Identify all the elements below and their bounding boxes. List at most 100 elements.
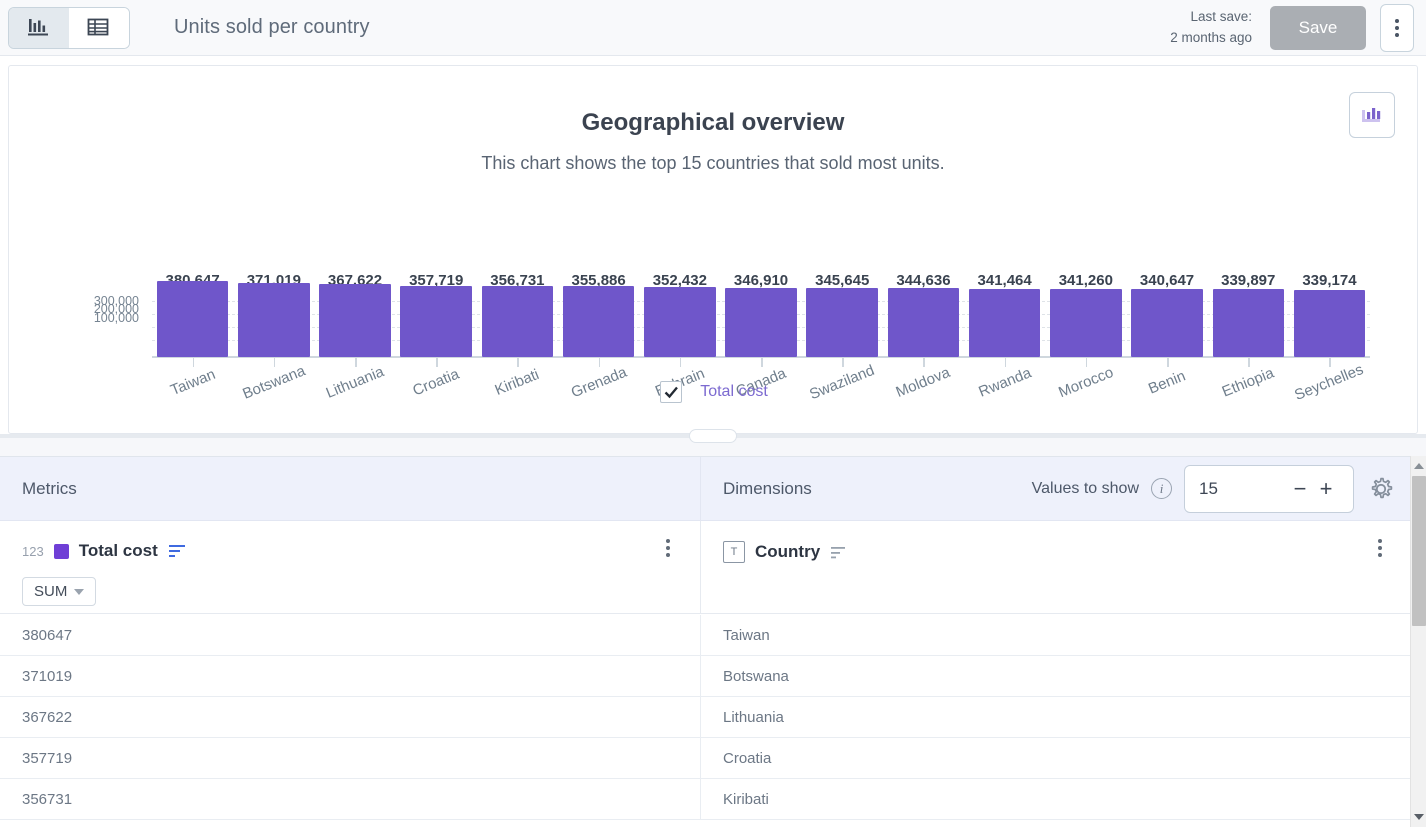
cell-text: 367622 bbox=[22, 709, 72, 726]
table-row[interactable]: 371019Botswana bbox=[0, 656, 1412, 697]
table-cell-value: 356731 bbox=[0, 779, 701, 819]
chart-subtitle: This chart shows the top 15 countries th… bbox=[9, 153, 1417, 174]
sort-descending-icon[interactable] bbox=[168, 544, 188, 558]
bar[interactable] bbox=[1213, 289, 1284, 357]
bar-slot: 355,886 bbox=[558, 301, 639, 357]
table-cell-country: Taiwan bbox=[701, 615, 1412, 655]
legend-label-total-cost[interactable]: Total cost bbox=[700, 383, 768, 401]
bar-value-label: 341,260 bbox=[1045, 272, 1126, 289]
axis-tick bbox=[436, 358, 438, 367]
table-row[interactable]: 367622 Lithuania bbox=[0, 697, 1412, 738]
save-button[interactable]: Save bbox=[1270, 6, 1366, 50]
legend-checkbox-total-cost[interactable] bbox=[660, 381, 682, 403]
view-mode-toggle[interactable] bbox=[8, 7, 130, 49]
dimension-field-name: Country bbox=[755, 542, 820, 562]
table-cell-country: Croatia bbox=[701, 738, 1412, 778]
axis-tick bbox=[761, 358, 763, 367]
table-row[interactable]: 357719 Croatia bbox=[0, 738, 1412, 779]
bar-slot: 371,019 bbox=[233, 301, 314, 357]
y-tick-label: 100,000 bbox=[94, 311, 139, 325]
scroll-up-button[interactable] bbox=[1411, 458, 1426, 474]
bar[interactable] bbox=[969, 289, 1040, 357]
table-row[interactable]: 380647Taiwan bbox=[0, 615, 1412, 656]
vertical-scrollbar[interactable] bbox=[1410, 456, 1426, 827]
aggregation-dropdown[interactable]: SUM bbox=[22, 577, 96, 606]
bar-value-label: 346,910 bbox=[720, 272, 801, 289]
axis-tick bbox=[599, 358, 601, 367]
chart-type-button[interactable] bbox=[1349, 92, 1395, 138]
metric-field-cell: 123 Total cost SUM bbox=[0, 521, 701, 613]
axis-tick bbox=[1086, 358, 1088, 367]
cell-text: 357719 bbox=[22, 750, 72, 767]
y-axis-tick-labels: 300,000 200,000 100,000 bbox=[64, 294, 139, 334]
bar[interactable] bbox=[157, 281, 228, 357]
table-cell-value: 371019 bbox=[0, 656, 701, 696]
scroll-down-button[interactable] bbox=[1411, 809, 1426, 825]
bar[interactable] bbox=[1294, 290, 1365, 357]
dimension-row-menu-button[interactable] bbox=[1378, 539, 1382, 557]
bar[interactable] bbox=[319, 284, 390, 357]
bar[interactable] bbox=[1131, 289, 1202, 357]
kebab-dot bbox=[666, 539, 670, 543]
bar[interactable] bbox=[563, 286, 634, 357]
bar[interactable] bbox=[482, 286, 553, 357]
kebab-dot bbox=[666, 553, 670, 557]
app-topbar: Units sold per country Last save: 2 mont… bbox=[0, 0, 1426, 56]
bar-slot: 341,260 bbox=[1045, 301, 1126, 357]
document-title: Units sold per country bbox=[174, 16, 370, 39]
bar-slot: 339,897 bbox=[1208, 301, 1289, 357]
panel-resize-handle[interactable] bbox=[689, 429, 737, 443]
chart-plot-area: 300,000 200,000 100,000 380,647371,01936… bbox=[9, 206, 1419, 366]
cell-text: Lithuania bbox=[723, 709, 784, 726]
bar-slot: 356,731 bbox=[477, 301, 558, 357]
last-save-label: Last save: bbox=[1170, 7, 1252, 28]
metric-color-swatch[interactable] bbox=[54, 544, 69, 559]
fields-panel: Metrics Dimensions Values to show i 15 −… bbox=[0, 456, 1412, 827]
bar[interactable] bbox=[238, 283, 309, 357]
values-to-show-stepper[interactable]: 15 − + bbox=[1184, 465, 1354, 513]
table-cell-country: Botswana bbox=[701, 656, 1412, 696]
bar[interactable] bbox=[888, 288, 959, 357]
stepper-decrement-button[interactable]: − bbox=[1287, 478, 1313, 500]
last-save-value: 2 months ago bbox=[1170, 28, 1252, 49]
bar[interactable] bbox=[1050, 289, 1121, 357]
cell-text: Kiribati bbox=[723, 791, 769, 808]
bar[interactable] bbox=[725, 288, 796, 357]
values-to-show-input[interactable]: 15 bbox=[1199, 479, 1287, 499]
view-table-button[interactable] bbox=[69, 8, 129, 48]
axis-tick bbox=[680, 358, 682, 367]
sort-icon[interactable] bbox=[830, 545, 850, 559]
bar[interactable] bbox=[400, 286, 471, 357]
topbar-actions: Last save: 2 months ago Save bbox=[1170, 4, 1426, 52]
bar-slot: 341,464 bbox=[964, 301, 1045, 357]
table-cell-country: Lithuania bbox=[701, 697, 1412, 737]
metrics-header-cell: Metrics bbox=[0, 457, 701, 520]
gear-icon bbox=[1368, 476, 1394, 502]
dimension-field[interactable]: T Country bbox=[723, 541, 1412, 563]
bar-slot: 357,719 bbox=[396, 301, 477, 357]
dimension-field-cell: T Country bbox=[701, 521, 1412, 613]
view-chart-button[interactable] bbox=[9, 8, 69, 48]
metric-field-name: Total cost bbox=[79, 541, 158, 561]
bar-slot: 339,174 bbox=[1289, 301, 1370, 357]
bar[interactable] bbox=[644, 287, 715, 357]
axis-tick bbox=[355, 358, 357, 367]
table-icon bbox=[86, 17, 112, 39]
metric-row-menu-button[interactable] bbox=[666, 539, 670, 557]
data-table: 380647Taiwan371019Botswana 367622 Lithuani… bbox=[0, 615, 1412, 820]
metric-field[interactable]: 123 Total cost bbox=[22, 541, 700, 561]
info-icon[interactable]: i bbox=[1151, 478, 1172, 499]
dimensions-header-label: Dimensions bbox=[723, 479, 812, 499]
settings-button[interactable] bbox=[1366, 474, 1396, 504]
table-row[interactable]: 356731 Kiribati bbox=[0, 779, 1412, 820]
kebab-dot bbox=[1395, 33, 1399, 37]
stepper-increment-button[interactable]: + bbox=[1313, 478, 1339, 500]
chart-card: Geographical overview This chart shows t… bbox=[8, 65, 1418, 434]
axis-tick bbox=[842, 358, 844, 367]
triangle-down-icon bbox=[1414, 814, 1424, 820]
table-cell-value: 357719 bbox=[0, 738, 701, 778]
scrollbar-thumb[interactable] bbox=[1412, 476, 1426, 626]
topbar-overflow-menu-button[interactable] bbox=[1380, 4, 1414, 52]
axis-tick bbox=[193, 358, 195, 367]
bar[interactable] bbox=[806, 288, 877, 357]
